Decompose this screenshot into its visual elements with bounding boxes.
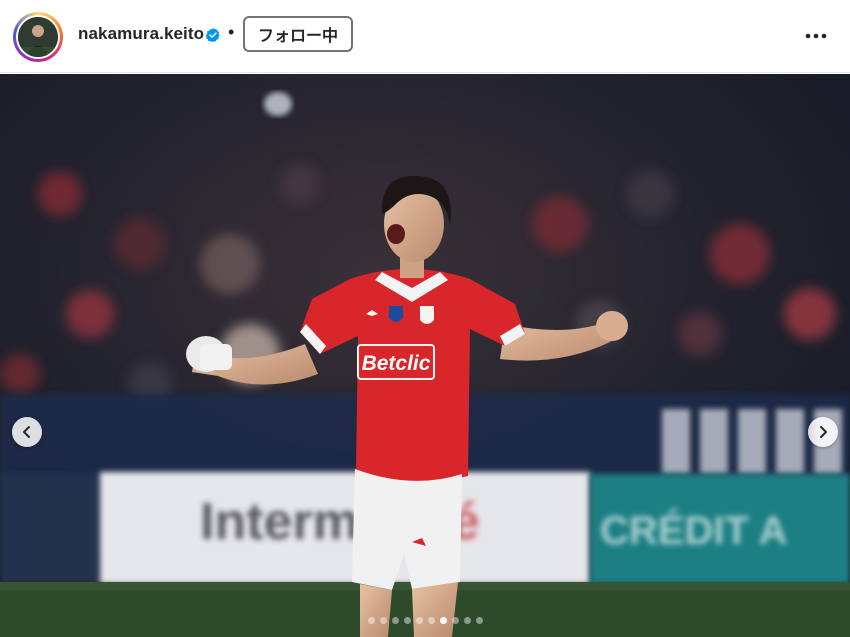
jersey-sponsor-text: Betclic [362, 352, 431, 375]
carousel-dot [403, 616, 411, 624]
post-photo[interactable]: Interma rché CRÉDIT A Betclic [0, 74, 850, 637]
carousel-dot [463, 616, 471, 624]
separator-dot: • [228, 22, 235, 42]
carousel-dot [379, 616, 387, 624]
story-ring[interactable] [13, 12, 63, 62]
following-button[interactable]: フォロー中 [243, 16, 353, 52]
username-link[interactable]: nakamura.keito [78, 24, 204, 44]
carousel-dot [475, 616, 483, 624]
verified-badge-icon [206, 28, 220, 43]
carousel-dot [415, 616, 423, 624]
more-options-button[interactable] [800, 22, 832, 50]
carousel-next-button[interactable] [808, 417, 838, 447]
carousel-dot [427, 616, 435, 624]
post-header: nakamura.keito • フォロー中 [0, 0, 850, 73]
carousel-indicator [0, 615, 850, 625]
svg-text:CRÉDIT A: CRÉDIT A [600, 508, 787, 553]
carousel-prev-button[interactable] [12, 417, 42, 447]
more-options-icon [805, 33, 827, 39]
chevron-left-icon [23, 426, 30, 438]
avatar[interactable] [18, 17, 58, 57]
carousel-dot [367, 616, 375, 624]
carousel-dot [439, 616, 447, 624]
chevron-right-icon [820, 426, 827, 438]
carousel-dot [391, 616, 399, 624]
carousel-dot [451, 616, 459, 624]
